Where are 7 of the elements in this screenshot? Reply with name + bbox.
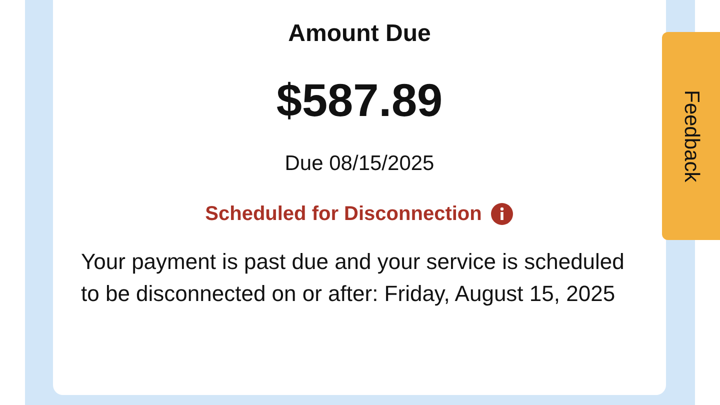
disconnection-status: Scheduled for Disconnection <box>205 202 482 227</box>
info-icon[interactable] <box>490 202 514 226</box>
feedback-tab[interactable]: Feedback <box>662 32 720 240</box>
due-date: Due 08/15/2025 <box>284 151 434 177</box>
disconnection-message: Your payment is past due and your service is scheduled to be disconnected on or after: Friday, August 15, 2025 <box>81 248 626 308</box>
amount-value: $587.89 <box>276 73 443 128</box>
amount-due-title: Amount Due <box>288 19 431 49</box>
